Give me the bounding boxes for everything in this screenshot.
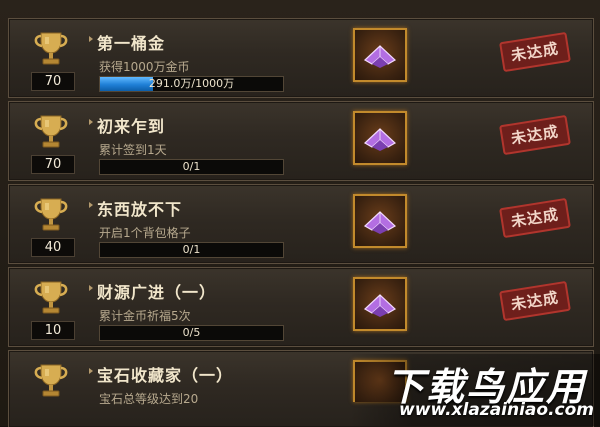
status-stamp: 未达成 [499, 31, 571, 73]
points-value: 10 [31, 321, 75, 340]
title-arrow-icon [89, 119, 93, 125]
achievement-desc: 累计签到1天 [99, 143, 167, 157]
progress-bar: 291.0万/1000万 [99, 76, 284, 92]
reward-slot[interactable] [353, 194, 407, 248]
purple-crystal-icon [363, 211, 397, 234]
trophy-icon [34, 32, 68, 65]
watermark: 下载鸟应用 www.xlazainiao.com [350, 354, 600, 426]
achievement-list: 70 第一桶金 获得1000万金币 291.0万/1000万 未达成 70 初来… [0, 0, 600, 427]
achievement-desc: 累计金币祈福5次 [99, 309, 191, 323]
progress-text: 0/1 [182, 243, 201, 256]
achievement-title: 第一桶金 [97, 34, 166, 53]
status-stamp: 未达成 [499, 280, 571, 322]
achievement-title: 东西放不下 [97, 200, 183, 219]
achievement-title: 宝石收藏家（一） [97, 366, 234, 385]
achievement-title: 财源广进（一） [97, 283, 217, 302]
progress-bar: 0/1 [99, 159, 284, 175]
progress-text: 0/5 [182, 326, 201, 339]
achievement-row[interactable]: 40 东西放不下 开启1个背包格子 0/1 未达成 [8, 184, 594, 264]
purple-crystal-icon [363, 294, 397, 317]
title-arrow-icon [89, 202, 93, 208]
achievement-desc: 开启1个背包格子 [99, 226, 191, 240]
purple-crystal-icon [363, 45, 397, 68]
achievement-desc: 获得1000万金币 [99, 60, 190, 74]
points-value: 40 [31, 238, 75, 257]
trophy-icon [34, 198, 68, 231]
trophy-icon [34, 364, 68, 397]
title-arrow-icon [89, 285, 93, 291]
watermark-url: www.xlazainiao.com [399, 400, 594, 420]
progress-text: 0/1 [182, 160, 201, 173]
achievement-title: 初来乍到 [97, 117, 166, 136]
points-value: 70 [31, 155, 75, 174]
progress-bar: 0/1 [99, 242, 284, 258]
achievement-row[interactable]: 70 第一桶金 获得1000万金币 291.0万/1000万 未达成 [8, 18, 594, 98]
title-arrow-icon [89, 36, 93, 42]
trophy-icon [34, 281, 68, 314]
achievement-desc: 宝石总等级达到20 [99, 392, 199, 406]
points-value: 70 [31, 72, 75, 91]
reward-slot[interactable] [353, 277, 407, 331]
status-stamp: 未达成 [499, 114, 571, 156]
achievement-row[interactable]: 10 财源广进（一） 累计金币祈福5次 0/5 未达成 [8, 267, 594, 347]
progress-text: 291.0万/1000万 [148, 77, 235, 90]
title-arrow-icon [89, 368, 93, 374]
reward-slot[interactable] [353, 111, 407, 165]
progress-bar: 0/5 [99, 325, 284, 341]
purple-crystal-icon [363, 128, 397, 151]
achievement-row[interactable]: 70 初来乍到 累计签到1天 0/1 未达成 [8, 101, 594, 181]
status-stamp: 未达成 [499, 197, 571, 239]
reward-slot[interactable] [353, 28, 407, 82]
trophy-icon [34, 115, 68, 148]
